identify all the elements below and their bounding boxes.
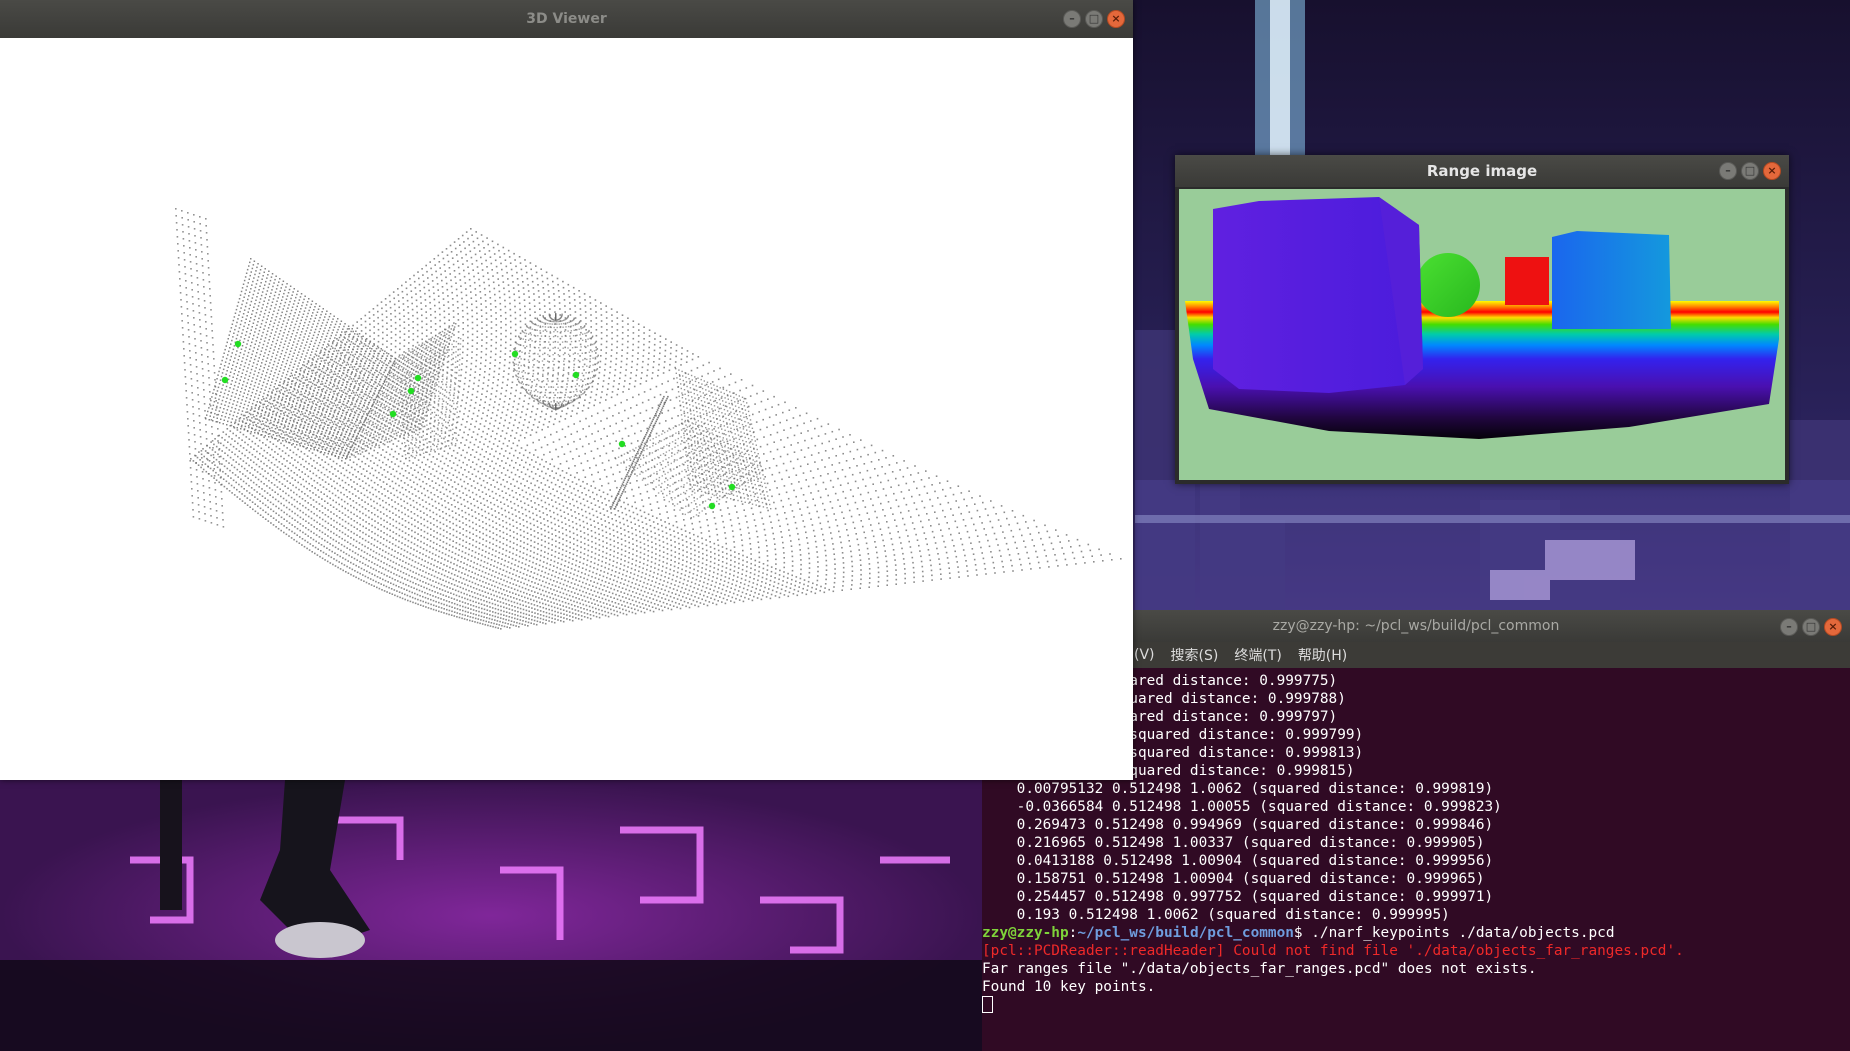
minimize-icon[interactable]: – [1780,618,1798,636]
keypoint-marker [708,502,716,510]
keypoints [221,340,736,510]
maximize-icon[interactable]: □ [1802,618,1820,636]
terminal-line: 0.158751 0.512498 1.00904 (squared dista… [982,871,1485,887]
range-green-sphere [1416,253,1480,317]
range-image-window[interactable]: Range image – □ × [1175,155,1789,484]
close-icon[interactable]: × [1107,10,1125,28]
3d-viewer-title: 3D Viewer [526,11,607,27]
keypoint-marker [728,483,736,491]
menu-terminal[interactable]: 终端(T) [1234,645,1281,665]
keypoint-marker [618,440,626,448]
terminal-cursor [982,996,993,1013]
menu-help[interactable]: 帮助(H) [1298,645,1347,665]
range-red-box [1505,257,1549,305]
terminal-line: -0.0366584 0.512498 1.00055 (squared dis… [982,799,1502,815]
prompt-path: ~/pcl_ws/build/pcl_common [1077,925,1294,941]
keypoint-marker [234,340,242,348]
terminal-line: 0.269473 0.512498 0.994969 (squared dist… [982,817,1494,833]
range-blue-box [1552,231,1671,329]
prompt-command: $ ./narf_keypoints ./data/objects.pcd [1293,925,1615,941]
terminal-prompt-line: zzy@zzy-hp:~/pcl_ws/build/pcl_common$ ./… [982,924,1850,942]
point-cloud-canvas[interactable] [0,38,1133,780]
close-icon[interactable]: × [1763,162,1781,180]
3d-viewer-titlebar[interactable]: 3D Viewer – □ × [0,0,1133,38]
terminal-line: 0.193 0.512498 1.0062 (squared distance:… [982,907,1450,923]
terminal-result-line: Found 10 key points. [982,979,1156,995]
3d-viewer-window[interactable]: 3D Viewer – □ × [0,0,1133,780]
prompt-separator: : [1068,925,1078,941]
menu-search[interactable]: 搜索(S) [1171,645,1219,665]
minimize-icon[interactable]: – [1719,162,1737,180]
terminal-error-line: [pcl::PCDReader::readHeader] Could not f… [982,943,1684,959]
keypoint-marker [572,371,580,379]
close-icon[interactable]: × [1824,618,1842,636]
keypoint-marker [389,410,397,418]
keypoint-marker [511,350,519,358]
menu-view[interactable]: (V) [1134,647,1155,663]
minimize-icon[interactable]: – [1063,10,1081,28]
range-image-canvas[interactable] [1179,189,1785,480]
terminal-info-line: Far ranges file "./data/objects_far_rang… [982,961,1537,977]
terminal-line: 0.216965 0.512498 1.00337 (squared dista… [982,835,1485,851]
keypoint-marker [407,387,415,395]
keypoint-marker [221,376,229,384]
point-cloud [175,208,1122,630]
terminal-line: 0.254457 0.512498 0.997752 (squared dist… [982,889,1494,905]
range-image-title: Range image [1426,162,1538,180]
terminal-line: 0.0413188 0.512498 1.00904 (squared dist… [982,853,1494,869]
terminal-title: zzy@zzy-hp: ~/pcl_ws/build/pcl_common [1272,618,1560,634]
prompt-user: zzy@zzy-hp [982,925,1069,941]
range-image-titlebar[interactable]: Range image – □ × [1175,155,1789,187]
terminal-line: 0.00795132 0.512498 1.0062 (squared dist… [982,781,1494,797]
maximize-icon[interactable]: □ [1085,10,1103,28]
maximize-icon[interactable]: □ [1741,162,1759,180]
keypoint-marker [414,374,422,382]
